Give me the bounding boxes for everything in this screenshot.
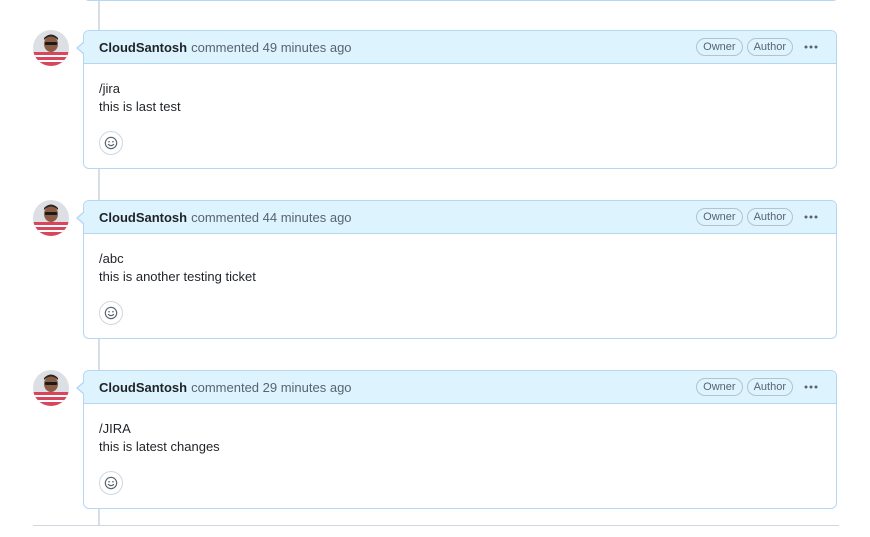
comment-body-line: /jira bbox=[99, 81, 120, 96]
smiley-icon bbox=[104, 476, 118, 490]
comment-author-link[interactable]: CloudSantosh bbox=[99, 210, 187, 225]
comment-body-line: /JIRA bbox=[99, 421, 131, 436]
smiley-icon bbox=[104, 136, 118, 150]
comment-body-line: /abc bbox=[99, 251, 124, 266]
add-reaction-button[interactable] bbox=[99, 131, 123, 155]
previous-comment-edge bbox=[83, 0, 839, 1]
comment-header: CloudSantosh commented 49 minutes ago Ow… bbox=[84, 31, 836, 64]
author-badge: Author bbox=[746, 38, 793, 56]
comment-body: /JIRA this is latest changes bbox=[84, 404, 836, 456]
comment-author-link[interactable]: CloudSantosh bbox=[99, 40, 187, 55]
kebab-horizontal-icon bbox=[804, 385, 818, 389]
add-reaction-button[interactable] bbox=[99, 471, 123, 495]
comment-body-line: this is last test bbox=[99, 99, 181, 114]
author-badge: Author bbox=[746, 378, 793, 396]
avatar-image bbox=[33, 200, 69, 236]
comment-timestamp[interactable]: commented 49 minutes ago bbox=[191, 40, 351, 55]
avatar[interactable] bbox=[33, 370, 69, 406]
comment-box: CloudSantosh commented 29 minutes ago Ow… bbox=[76, 370, 837, 509]
owner-badge: Owner bbox=[696, 38, 743, 56]
comment-options-button[interactable] bbox=[801, 377, 821, 397]
comment-timestamp[interactable]: commented 44 minutes ago bbox=[191, 210, 351, 225]
timeline-end-divider bbox=[33, 525, 839, 526]
author-badge: Author bbox=[746, 208, 793, 226]
avatar[interactable] bbox=[33, 30, 69, 66]
comment-header: CloudSantosh commented 44 minutes ago Ow… bbox=[84, 201, 836, 234]
timeline: CloudSantosh commented 49 minutes ago Ow… bbox=[0, 0, 870, 537]
comment-timestamp[interactable]: commented 29 minutes ago bbox=[191, 380, 351, 395]
kebab-horizontal-icon bbox=[804, 215, 818, 219]
avatar[interactable] bbox=[33, 200, 69, 236]
comment-options-button[interactable] bbox=[801, 207, 821, 227]
comment-header: CloudSantosh commented 29 minutes ago Ow… bbox=[84, 371, 836, 404]
comment-options-button[interactable] bbox=[801, 37, 821, 57]
comment-body: /abc this is another testing ticket bbox=[84, 234, 836, 286]
owner-badge: Owner bbox=[696, 378, 743, 396]
comment-author-link[interactable]: CloudSantosh bbox=[99, 380, 187, 395]
kebab-horizontal-icon bbox=[804, 45, 818, 49]
add-reaction-button[interactable] bbox=[99, 301, 123, 325]
comment-body-line: this is another testing ticket bbox=[99, 269, 256, 284]
avatar-image bbox=[33, 370, 69, 406]
comment-box: CloudSantosh commented 49 minutes ago Ow… bbox=[76, 30, 837, 169]
comment-box: CloudSantosh commented 44 minutes ago Ow… bbox=[76, 200, 837, 339]
comment-body-line: this is latest changes bbox=[99, 439, 220, 454]
smiley-icon bbox=[104, 306, 118, 320]
comment-body: /jira this is last test bbox=[84, 64, 836, 116]
avatar-image bbox=[33, 30, 69, 66]
owner-badge: Owner bbox=[696, 208, 743, 226]
